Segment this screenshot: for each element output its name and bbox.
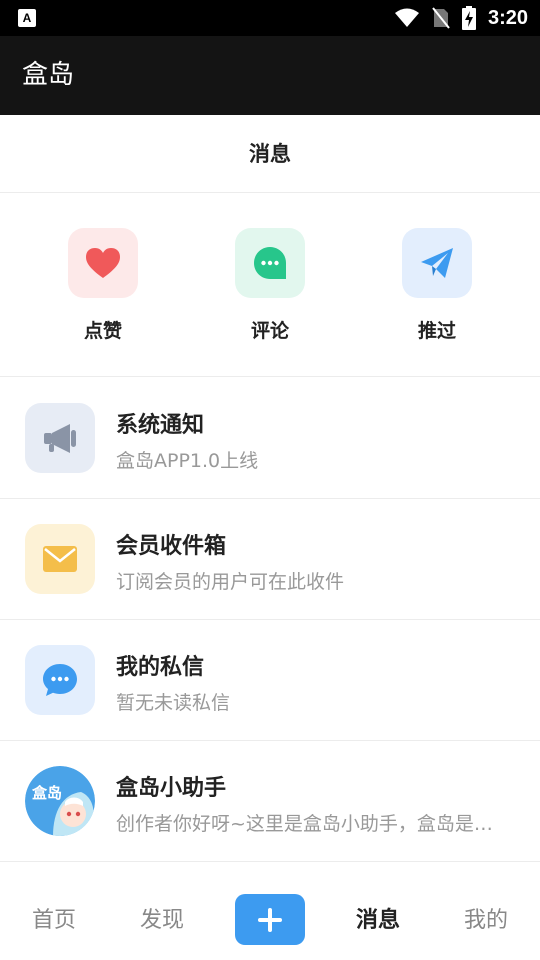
nav-profile[interactable]: 我的 [432,882,540,960]
comments-button[interactable]: 评论 [210,228,330,343]
app-title: 盒岛 [22,60,75,90]
list-item-title: 会员收件箱 [116,534,227,559]
battery-charging-icon [461,6,476,30]
reposts-label: 推过 [417,320,456,342]
likes-button[interactable]: 点赞 [43,228,163,343]
envelope-icon [25,524,95,594]
nav-discover[interactable]: 发现 [108,882,216,960]
list-item-subtitle: 盒岛APP1.0上线 [116,450,259,472]
comments-label: 评论 [250,320,289,342]
nav-messages[interactable]: 消息 [324,882,432,960]
app-bar: 盒岛 [0,36,540,115]
status-time: 3:20 [487,6,528,29]
message-list: 系统通知 盒岛APP1.0上线 会员收件箱 订阅会员的用户可在此收件 我的私信 … [0,378,540,862]
status-icons: 3:20 [394,0,528,36]
list-item-subtitle: 创作者你好呀~这里是盒岛小助手，盒岛是一个为创作者提供服务的平台 [116,813,506,835]
add-post-button[interactable] [235,894,305,945]
assistant-avatar: 盒岛 [25,766,95,836]
list-item-member-inbox[interactable]: 会员收件箱 订阅会员的用户可在此收件 [0,499,540,620]
list-item-title: 我的私信 [116,655,205,680]
heart-icon [68,228,138,298]
no-sim-icon [432,7,450,29]
bottom-nav: 首页 发现 消息 我的 [0,882,540,960]
nav-home[interactable]: 首页 [0,882,108,960]
likes-label: 点赞 [83,320,122,342]
wifi-icon [394,8,419,27]
message-bubble-icon [25,645,95,715]
megaphone-icon [25,403,95,473]
list-item-title: 盒岛小助手 [116,776,227,801]
list-item-system-notice[interactable]: 系统通知 盒岛APP1.0上线 [0,378,540,499]
list-item-subtitle: 订阅会员的用户可在此收件 [116,571,345,593]
reposts-button[interactable]: 推过 [377,228,497,343]
list-item-private-messages[interactable]: 我的私信 暂无未读私信 [0,620,540,741]
notification-app-icon: A [18,9,36,27]
paper-plane-icon [402,228,472,298]
status-bar: A 3:20 [0,0,540,36]
avatar-logo-text: 盒岛 [31,784,62,802]
list-item-subtitle: 暂无未读私信 [116,692,231,714]
page-title: 消息 [0,115,540,193]
list-item-title: 系统通知 [116,413,205,438]
quick-actions: 点赞 评论 推过 [0,194,540,377]
chat-bubble-icon [235,228,305,298]
list-item-assistant[interactable]: 盒岛 盒岛小助手 创作者你好呀~这里是盒岛小助手，盒岛是一个为创作者提供服务的平… [0,741,540,862]
